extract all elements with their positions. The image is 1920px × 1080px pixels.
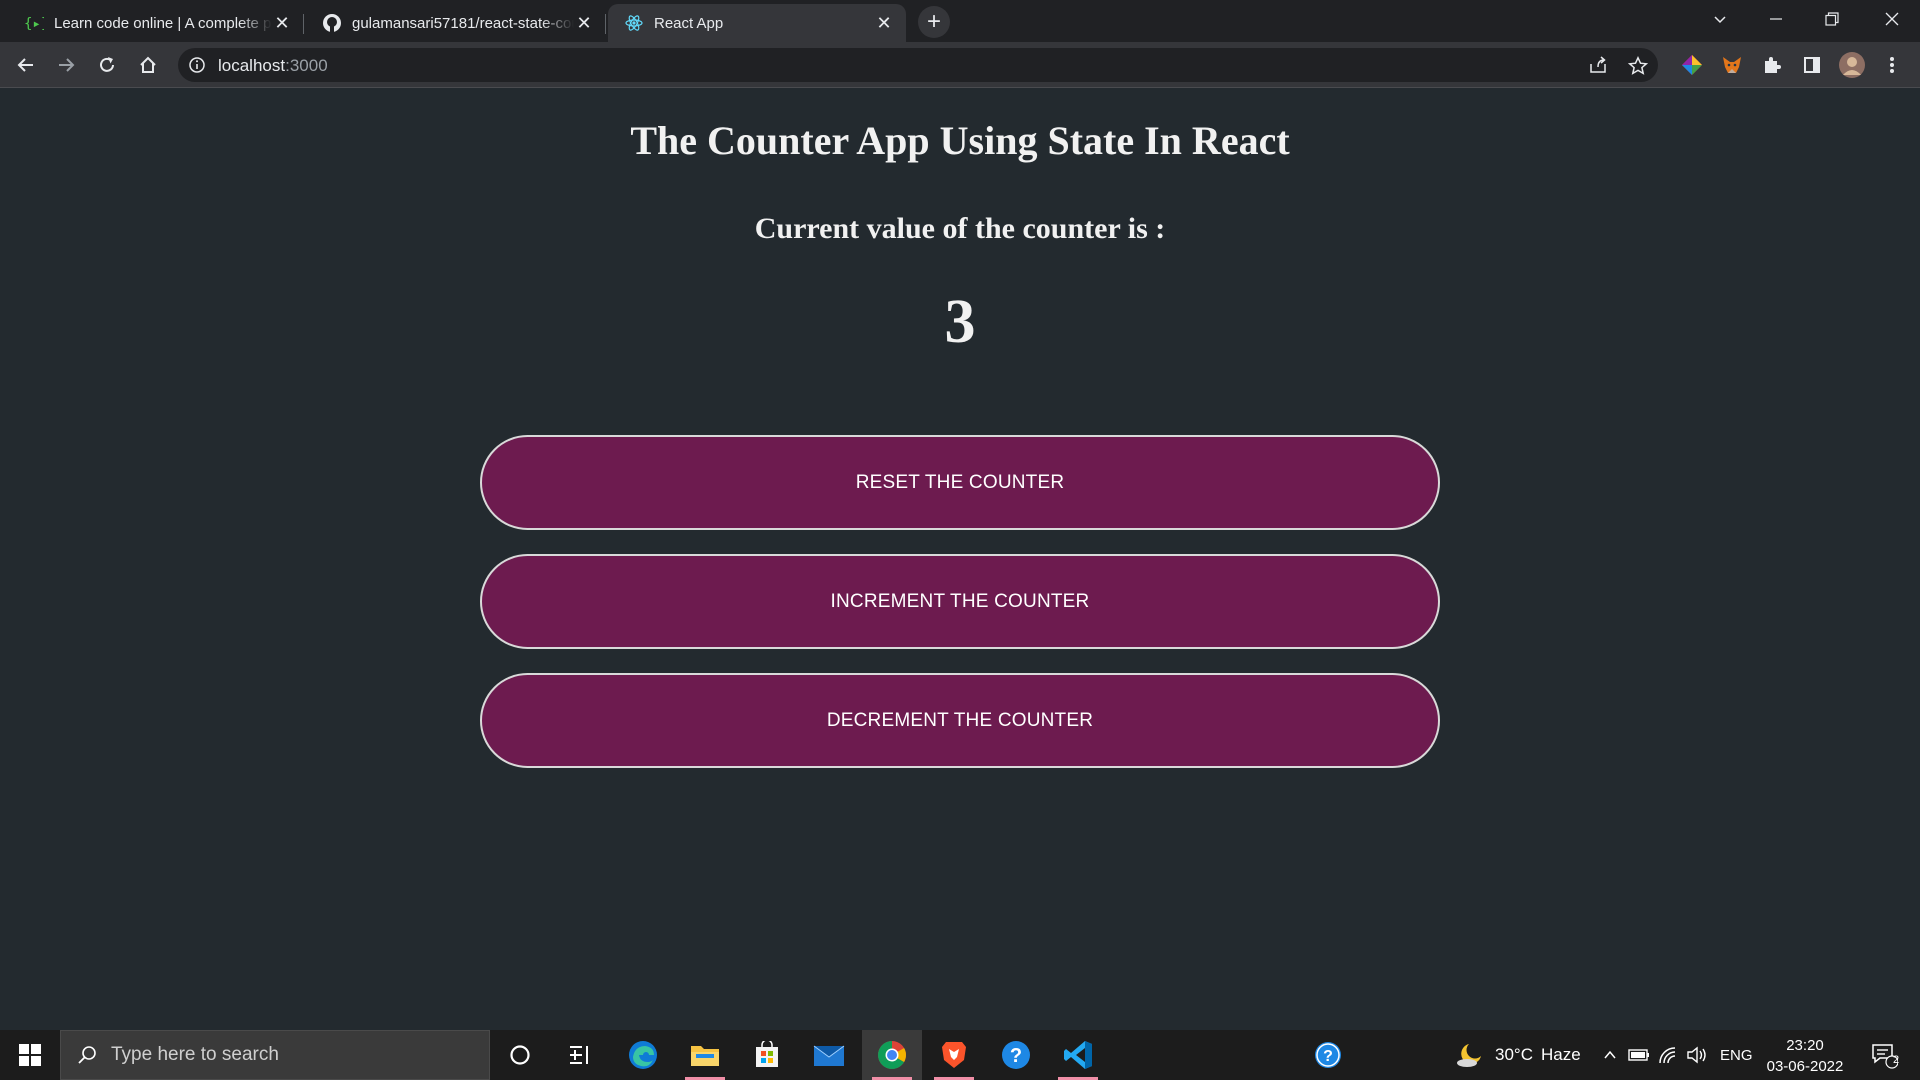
close-window-button[interactable] [1864,0,1920,38]
vscode-icon [1064,1041,1092,1069]
profile-avatar[interactable] [1838,51,1866,79]
moon-cloud-icon [1457,1044,1481,1067]
page-content: The Counter App Using State In React Cur… [0,89,1920,1029]
search-placeholder: Type here to search [111,1044,279,1065]
taskbar-mail[interactable] [799,1030,859,1080]
minimize-icon [1770,18,1782,20]
system-tray: ENG [1602,1030,1753,1080]
tray-help[interactable]: ? [1298,1030,1358,1080]
notification-count-badge: 2 [1893,1054,1900,1066]
taskbar-search-box[interactable]: Type here to search [60,1030,490,1080]
tab-title: Learn code online | A complete platform [54,14,272,32]
help-question-icon: ? [1315,1042,1341,1068]
close-icon[interactable]: ✕ [874,13,894,33]
task-view-icon [570,1046,588,1064]
volume-icon[interactable] [1686,1046,1708,1064]
reload-icon [100,57,114,72]
close-icon[interactable]: ✕ [574,13,594,33]
language-indicator[interactable]: ENG [1720,1047,1753,1064]
weather-temp: 30°C [1495,1045,1533,1064]
tab-react-app[interactable]: React App ✕ [608,4,906,42]
counter-value: 3 [944,288,976,356]
react-icon [624,13,644,33]
taskbar-help[interactable]: ? [986,1030,1046,1080]
store-icon [756,1041,778,1067]
mail-icon [813,1045,845,1066]
decrement-button[interactable]: DECREMENT THE COUNTER [480,673,1440,768]
increment-button[interactable]: INCREMENT THE COUNTER [480,554,1440,649]
share-icon[interactable] [1588,56,1608,79]
task-view-button[interactable] [550,1030,610,1080]
restore-icon [1825,12,1839,26]
metamask-fox-icon[interactable] [1718,51,1746,79]
taskbar-file-explorer[interactable] [675,1030,735,1080]
minimize-button[interactable] [1748,0,1804,38]
restore-button[interactable] [1804,0,1860,38]
taskbar-chrome[interactable] [862,1030,922,1080]
tab-title: React App [654,14,724,32]
home-icon [140,56,156,73]
taskbar-vscode[interactable] [1048,1030,1108,1080]
tab-search-button[interactable] [1692,0,1748,38]
plus-icon: + [926,8,941,35]
chevron-up-icon[interactable] [1602,1047,1618,1063]
start-button[interactable] [0,1030,60,1080]
tab-title: gulamansari57181/react-state-counter [352,14,574,32]
color-extension-icon[interactable] [1678,51,1706,79]
brave-lion-icon [942,1042,966,1068]
taskbar-edge[interactable] [613,1030,673,1080]
tab-strip: {▸} Learn code online | A complete platf… [0,0,1920,42]
info-icon[interactable] [188,56,206,79]
edge-icon [629,1041,657,1069]
svg-text:?: ? [1323,1048,1333,1065]
bookmark-star-icon[interactable] [1627,56,1649,81]
taskbar-brave[interactable] [924,1030,984,1080]
windows-taskbar: Type here to search ? ? 30°C Haze ENG 23… [0,1030,1920,1080]
svg-text:{▸}: {▸} [24,16,44,32]
page-title: The Counter App Using State In React [630,118,1290,163]
new-tab-button[interactable]: + [918,6,950,38]
help-question-icon: ? [1002,1041,1030,1069]
forward-button[interactable] [50,49,82,81]
folder-icon [691,1046,719,1066]
cortana-circle-icon [510,1045,530,1065]
browser-menu-button[interactable] [1878,51,1906,79]
taskbar-store[interactable] [737,1030,797,1080]
extensions-puzzle-icon[interactable] [1758,51,1786,79]
chrome-icon [878,1041,906,1069]
tab-github[interactable]: gulamansari57181/react-state-counter ✕ [306,4,606,42]
side-panel-icon[interactable] [1798,51,1826,79]
reset-button[interactable]: RESET THE COUNTER [480,435,1440,530]
battery-icon[interactable] [1628,1048,1650,1062]
weather-condition: Haze [1540,1045,1581,1064]
browser-toolbar: localhost:3000 [0,42,1920,88]
close-icon [1885,12,1899,26]
close-icon[interactable]: ✕ [272,13,292,33]
notification-center-button[interactable]: 2 [1854,1030,1914,1080]
back-button[interactable] [10,49,42,81]
wifi-icon[interactable] [1658,1046,1678,1064]
clock-time: 23:20 [1786,1037,1824,1054]
codedamn-icon: {▸} [24,13,44,33]
tab-codedamn[interactable]: {▸} Learn code online | A complete platf… [8,4,304,42]
search-icon [78,1046,96,1064]
clock[interactable]: 23:20 03-06-2022 [1760,1035,1850,1077]
clock-date: 03-06-2022 [1766,1058,1844,1075]
counter-label: Current value of the counter is : [754,212,1166,245]
address-bar[interactable]: localhost:3000 [178,48,1658,82]
weather-widget[interactable]: 30°C Haze [1455,1030,1581,1080]
more-vertical-icon [1890,57,1894,73]
chevron-down-icon [1714,16,1726,24]
url-text: localhost:3000 [218,56,328,75]
cortana-button[interactable] [490,1030,550,1080]
windows-logo-icon [19,1044,41,1066]
arrow-right-icon [59,58,75,72]
arrow-left-icon [17,58,33,72]
home-button[interactable] [132,49,164,81]
github-icon [322,13,342,33]
svg-text:?: ? [1010,1045,1022,1067]
reload-button[interactable] [91,49,123,81]
